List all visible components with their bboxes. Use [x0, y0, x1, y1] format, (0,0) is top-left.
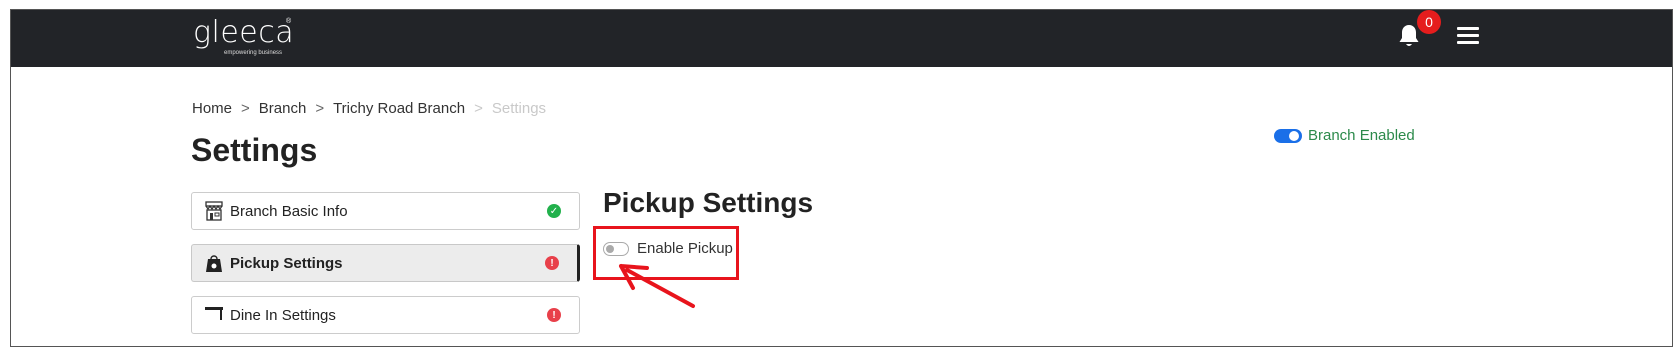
enable-pickup-label: Enable Pickup — [637, 240, 733, 257]
check-circle-icon: ✓ — [547, 204, 561, 218]
breadcrumb: Home > Branch > Trichy Road Branch > Set… — [192, 100, 546, 117]
logo-tagline: empowering business — [224, 50, 283, 56]
app-frame: gleeca ® empowering business 0 Home > Br… — [10, 9, 1673, 347]
storefront-icon — [204, 201, 224, 221]
sidebar-item-pickup-settings[interactable]: Pickup Settings ! — [191, 244, 580, 282]
enable-pickup-toggle[interactable]: Enable Pickup — [603, 240, 733, 257]
breadcrumb-separator: > — [315, 100, 325, 117]
logo-text: gleeca — [193, 15, 295, 50]
shopping-bag-icon — [204, 253, 224, 273]
branch-enabled-label: Branch Enabled — [1308, 127, 1415, 144]
sidebar-item-branch-basic-info[interactable]: Branch Basic Info ✓ — [191, 192, 580, 230]
gleeca-logo[interactable]: gleeca ® empowering business — [193, 15, 295, 57]
logo-registered-mark: ® — [286, 18, 292, 25]
exclamation-circle-icon: ! — [545, 256, 559, 270]
breadcrumb-separator: > — [474, 100, 483, 117]
branch-enabled-toggle[interactable]: Branch Enabled — [1274, 127, 1415, 144]
breadcrumb-current-settings: Settings — [491, 100, 547, 117]
breadcrumb-trichy-road-branch[interactable]: Trichy Road Branch — [333, 100, 465, 117]
annotation-arrow-icon — [619, 264, 695, 308]
page-title: Settings — [191, 132, 318, 168]
sidebar-item-label: Dine In Settings — [230, 306, 336, 324]
hamburger-menu-icon[interactable] — [1457, 24, 1481, 46]
sidebar-item-label: Branch Basic Info — [230, 202, 348, 220]
table-icon — [204, 305, 224, 325]
exclamation-circle-icon: ! — [547, 308, 561, 322]
notification-count-badge[interactable]: 0 — [1417, 10, 1441, 34]
sidebar-item-dine-in-settings[interactable]: Dine In Settings ! — [191, 296, 580, 334]
sidebar-item-label: Pickup Settings — [230, 254, 343, 272]
top-navbar: gleeca ® empowering business 0 — [11, 10, 1672, 67]
section-title: Pickup Settings — [603, 187, 814, 218]
toggle-switch-off[interactable] — [603, 241, 629, 256]
toggle-switch-on[interactable] — [1274, 128, 1302, 143]
breadcrumb-separator: > — [241, 100, 250, 117]
breadcrumb-branch[interactable]: Branch — [259, 100, 307, 117]
breadcrumb-home[interactable]: Home — [192, 100, 232, 117]
